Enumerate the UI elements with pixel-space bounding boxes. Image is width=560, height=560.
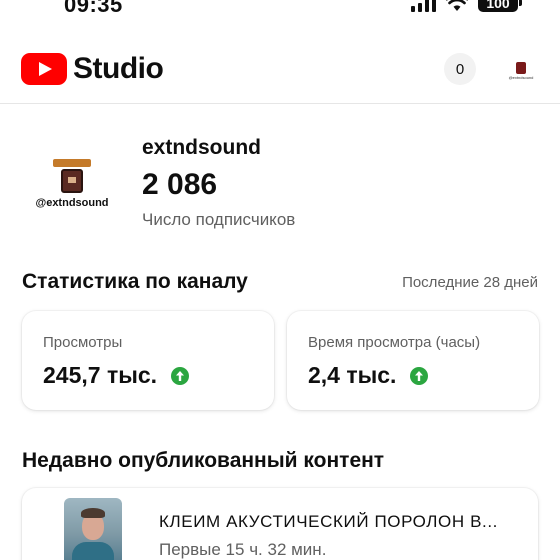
- account-avatar-button[interactable]: @extndsound: [506, 56, 536, 86]
- app-header: Studio 0 @extndsound: [0, 36, 560, 104]
- avatar-banner: [53, 159, 91, 167]
- studio-logo[interactable]: Studio: [21, 52, 164, 86]
- trend-up-icon: [171, 366, 190, 385]
- avatar-figure-icon: [61, 169, 83, 193]
- video-meta: Первые 15 ч. 32 мин.: [159, 540, 327, 559]
- channel-avatar[interactable]: @extndsound: [30, 142, 114, 226]
- views-label: Просмотры: [43, 334, 123, 351]
- video-title: КЛЕИМ АКУСТИЧЕСКИЙ ПОРОЛОН В...: [159, 512, 498, 531]
- status-bar: 09:35 100: [0, 0, 560, 18]
- video-thumbnail[interactable]: [64, 498, 122, 560]
- status-time: 09:35: [64, 0, 123, 17]
- trend-up-icon: [410, 366, 429, 385]
- recent-content-title: Недавно опубликованный контент: [22, 449, 385, 472]
- views-value: 245,7 тыс.: [43, 362, 158, 388]
- watch-time-label: Время просмотра (часы): [308, 334, 481, 351]
- subscriber-count: 2 086: [142, 168, 218, 201]
- watch-time-card[interactable]: Время просмотра (часы) 2,4 тыс.: [287, 311, 539, 410]
- notification-count: 0: [455, 60, 465, 78]
- wifi-icon: [446, 0, 468, 11]
- cellular-signal-icon: [411, 0, 436, 12]
- stats-period: Последние 28 дней: [402, 274, 538, 291]
- avatar-handle: @extndsound: [35, 197, 109, 209]
- youtube-logo-icon: [21, 53, 67, 85]
- status-icons: 100: [411, 0, 522, 12]
- app-name: Studio: [73, 52, 164, 85]
- battery-icon: 100: [478, 0, 522, 12]
- recent-video-card[interactable]: КЛЕИМ АКУСТИЧЕСКИЙ ПОРОЛОН В... Первые 1…: [22, 488, 538, 560]
- battery-level: 100: [486, 0, 510, 11]
- watch-time-value: 2,4 тыс.: [308, 362, 397, 388]
- channel-stats-title: Статистика по каналу: [22, 270, 248, 293]
- views-card[interactable]: Просмотры 245,7 тыс.: [22, 311, 274, 410]
- channel-name: extndsound: [142, 136, 261, 159]
- subscriber-label: Число подписчиков: [142, 210, 296, 229]
- avatar-handle-mini: @extndsound: [508, 75, 534, 80]
- notifications-button[interactable]: 0: [444, 53, 476, 85]
- avatar-figure-icon: [516, 62, 526, 74]
